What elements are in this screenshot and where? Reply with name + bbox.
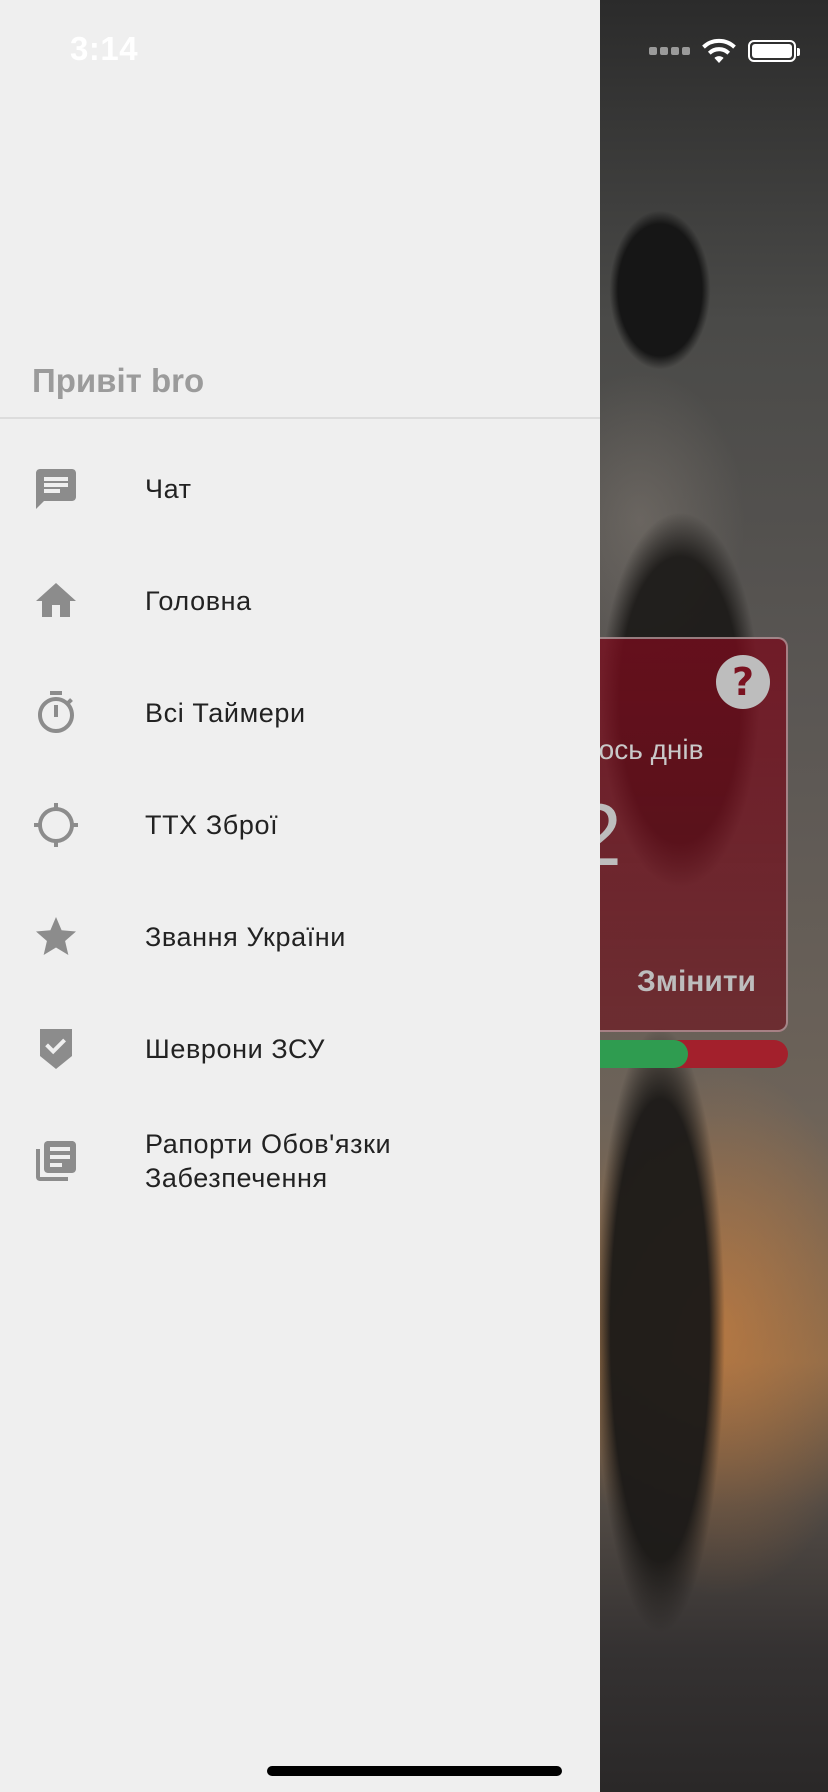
days-left-label: лось днів (582, 734, 704, 765)
menu-item-label: Головна (145, 586, 252, 616)
home-indicator[interactable] (267, 1766, 562, 1776)
service-progress-bar (570, 1040, 788, 1068)
days-counter-card: ? лось днів 2 Змінити (570, 637, 788, 1032)
menu-item-weapon-specs[interactable]: ТТХ Зброї (0, 769, 600, 881)
crosshair-icon (32, 801, 80, 849)
battery-level (752, 44, 792, 58)
shield-check-icon (32, 1025, 80, 1073)
menu-item-label: Рапорти Обов'язки Забезпечення (145, 1129, 392, 1193)
star-icon (32, 913, 80, 961)
menu-item-label: ТТХ Зброї (145, 810, 279, 840)
drawer-divider (0, 417, 600, 419)
menu-item-reports[interactable]: Рапорти Обов'язки Забезпечення (0, 1105, 600, 1217)
navigation-drawer: 3:14 Привіт bro Чат Головна Всі Таймери … (0, 0, 600, 1792)
cellular-signal-icon (649, 47, 690, 55)
menu-item-label: Чат (145, 474, 192, 504)
wifi-icon (702, 38, 736, 64)
menu-item-home[interactable]: Головна (0, 545, 600, 657)
menu-item-all-timers[interactable]: Всі Таймери (0, 657, 600, 769)
menu-item-chat[interactable]: Чат (0, 433, 600, 545)
chat-icon (32, 465, 80, 513)
status-bar-indicators (649, 38, 800, 64)
menu-item-label: Звання України (145, 922, 346, 952)
change-button[interactable]: Змінити (637, 965, 756, 999)
home-icon (32, 577, 80, 625)
drawer-greeting: Привіт bro (32, 362, 205, 399)
menu-item-label: Всі Таймери (145, 698, 306, 728)
battery-icon (748, 40, 800, 62)
library-books-icon (32, 1137, 80, 1185)
menu-item-chevrons[interactable]: Шеврони ЗСУ (0, 993, 600, 1105)
timer-icon (32, 689, 80, 737)
menu-item-ranks[interactable]: Звання України (0, 881, 600, 993)
menu-item-label: Шеврони ЗСУ (145, 1034, 325, 1064)
status-bar-time: 3:14 (70, 30, 139, 67)
help-icon[interactable]: ? (716, 655, 770, 709)
